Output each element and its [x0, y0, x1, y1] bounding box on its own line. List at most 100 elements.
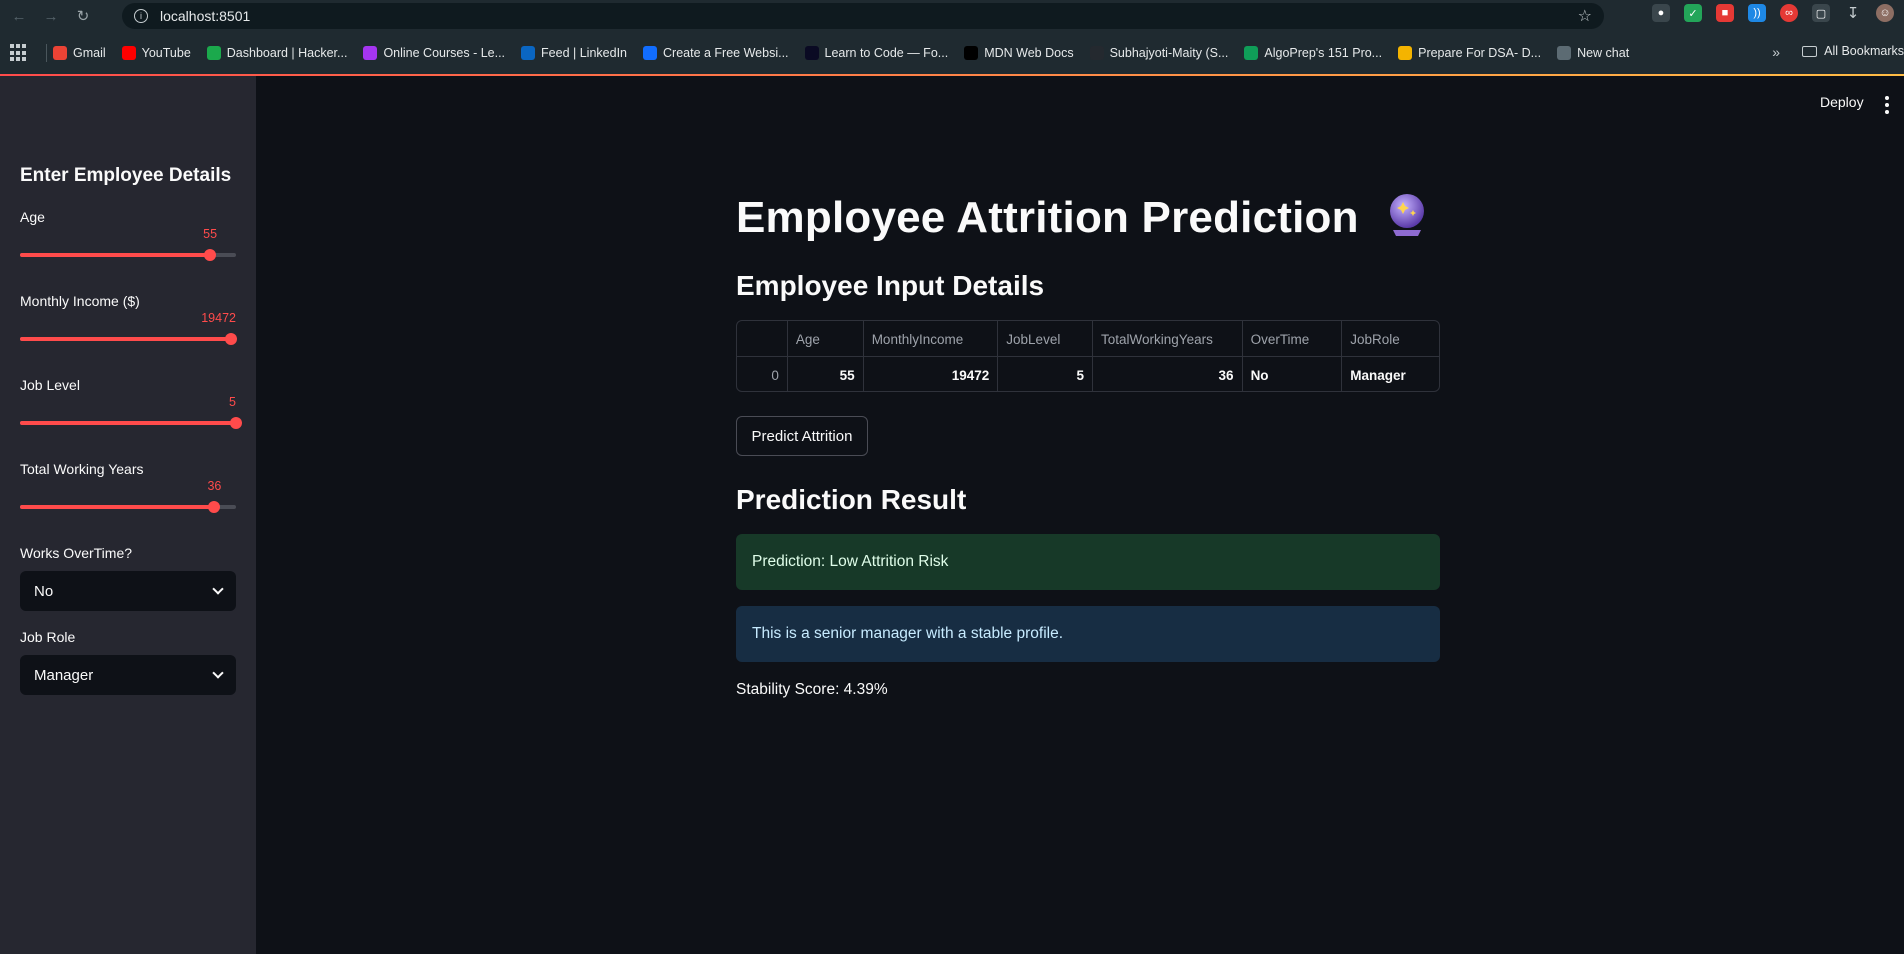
- forward-icon[interactable]: →: [38, 3, 64, 29]
- bookmark-divider: [46, 44, 47, 62]
- mouse-extension-icon[interactable]: ●: [1652, 4, 1670, 22]
- table-cell-job-level[interactable]: 5: [998, 357, 1094, 391]
- shield-extension-icon[interactable]: ✓: [1684, 4, 1702, 22]
- bookmark-label: Feed | LinkedIn: [541, 46, 627, 60]
- deploy-button[interactable]: Deploy: [1820, 94, 1864, 110]
- more-bookmarks-icon[interactable]: »: [1772, 44, 1780, 60]
- stability-score: Stability Score: 4.39%: [736, 681, 888, 698]
- bookmark-item[interactable]: YouTube: [121, 46, 191, 60]
- overtime-label: Works OverTime?: [20, 545, 133, 561]
- table-header-cell[interactable]: [737, 321, 788, 357]
- bookmark-item[interactable]: Create a Free Websi...: [643, 46, 789, 60]
- table-cell-monthly-income[interactable]: 19472: [864, 357, 999, 391]
- bookmark-item[interactable]: Online Courses - Le...: [363, 46, 505, 60]
- all-bookmarks-label: All Bookmarks: [1824, 44, 1904, 58]
- linkedin-icon: [521, 46, 536, 60]
- slider-thumb[interactable]: [230, 417, 242, 429]
- profile-avatar[interactable]: ☺: [1876, 4, 1894, 22]
- site-info-icon[interactable]: i: [134, 9, 148, 23]
- bookmark-label: YouTube: [141, 46, 191, 60]
- table-header-cell[interactable]: JobLevel: [998, 321, 1094, 357]
- table-header-cell[interactable]: MonthlyIncome: [864, 321, 999, 357]
- bookmark-label: New chat: [1577, 46, 1630, 60]
- chevron-down-icon: [212, 667, 224, 679]
- folder-icon: [1802, 45, 1818, 57]
- slider-fill: [20, 337, 231, 341]
- job-role-select[interactable]: Manager: [20, 655, 236, 695]
- page-title-text: Employee Attrition Prediction: [736, 193, 1359, 243]
- input-details-heading: Employee Input Details: [736, 270, 1045, 301]
- total-working-years-slider[interactable]: 36: [20, 479, 236, 513]
- puzzle-extensions-icon[interactable]: ▢: [1812, 4, 1830, 22]
- info-alert-text: This is a senior manager with a stable p…: [752, 625, 1064, 642]
- bookmark-item[interactable]: Feed | LinkedIn: [521, 46, 627, 60]
- table-header-cell[interactable]: Age: [788, 321, 864, 357]
- loop-extension-icon[interactable]: ∞: [1780, 4, 1798, 22]
- app-top-accent-bar: [0, 74, 1904, 76]
- job-level-label: Job Level: [20, 377, 80, 393]
- bookmark-item[interactable]: Gmail: [53, 46, 106, 60]
- table-cell-overtime[interactable]: No: [1243, 357, 1343, 391]
- table-cell-job-role[interactable]: Manager: [1342, 357, 1439, 391]
- bookmark-label: Dashboard | Hacker...: [226, 46, 348, 60]
- page-title: Employee Attrition Prediction: [736, 192, 1429, 249]
- bookmarks-bar: Gmail YouTube Dashboard | Hacker... Online …: [0, 32, 1904, 74]
- chatgpt-icon: [1557, 46, 1572, 60]
- apps-grid-icon[interactable]: [10, 44, 28, 62]
- browser-toolbar: ← → ↻ i localhost:8501 ☆ ● ✓ ■ )) ∞ ▢ ↧ …: [0, 0, 1904, 32]
- table-header-cell[interactable]: JobRole: [1342, 321, 1439, 357]
- predict-attrition-button[interactable]: Predict Attrition: [736, 416, 868, 456]
- slider-thumb[interactable]: [224, 333, 237, 345]
- prediction-result-heading: Prediction Result: [736, 484, 967, 515]
- job-level-slider[interactable]: 5: [20, 395, 242, 429]
- main-menu-icon[interactable]: [1885, 96, 1889, 114]
- back-icon[interactable]: ←: [6, 3, 32, 29]
- info-alert: This is a senior manager with a stable p…: [736, 606, 1440, 662]
- hackerrank-icon: [206, 46, 221, 60]
- success-alert: Prediction: Low Attrition Risk: [736, 534, 1440, 590]
- bookmark-star-icon[interactable]: ☆: [1578, 6, 1592, 26]
- age-slider[interactable]: 55: [20, 227, 236, 261]
- slider-value: 55: [203, 227, 218, 241]
- all-bookmarks-button[interactable]: All Bookmarks: [1802, 44, 1904, 58]
- loading-icon: [1398, 46, 1413, 60]
- slider-value: 5: [229, 395, 236, 409]
- table-cell-total-working-years[interactable]: 36: [1093, 357, 1243, 391]
- slider-thumb[interactable]: [208, 501, 221, 513]
- download-icon[interactable]: ↧: [1844, 4, 1862, 22]
- bookmark-label: Online Courses - Le...: [383, 46, 506, 60]
- chevron-down-icon: [212, 583, 224, 595]
- bookmark-label: Learn to Code — Fo...: [824, 46, 949, 60]
- audio-extension-icon[interactable]: )): [1748, 4, 1766, 22]
- bookmark-list: Gmail YouTube Dashboard | Hacker... Online …: [53, 46, 1645, 60]
- github-icon: [1089, 46, 1104, 60]
- total-working-years-label: Total Working Years: [20, 461, 144, 477]
- table-header-cell[interactable]: TotalWorkingYears: [1093, 321, 1243, 357]
- monthly-income-slider[interactable]: 19472: [20, 311, 237, 345]
- address-bar[interactable]: i localhost:8501 ☆: [122, 3, 1604, 29]
- slider-thumb[interactable]: [204, 249, 217, 261]
- sidebar-title: Enter Employee Details: [20, 165, 232, 186]
- bookmark-item[interactable]: Learn to Code — Fo...: [804, 46, 949, 60]
- bookmark-item[interactable]: New chat: [1557, 46, 1629, 60]
- overtime-select[interactable]: No: [20, 571, 236, 611]
- gmail-icon: [53, 46, 67, 60]
- table-row: 0 55 19472 5 36 No Manager: [737, 357, 1439, 391]
- reload-icon[interactable]: ↻: [70, 3, 96, 29]
- url-text: localhost:8501: [160, 8, 251, 24]
- bookmark-item[interactable]: MDN Web Docs: [964, 46, 1074, 60]
- bookmark-item[interactable]: Subhajyoti-Maity (S...: [1089, 46, 1228, 60]
- bookmark-item[interactable]: Dashboard | Hacker...: [206, 46, 348, 60]
- bookmark-item[interactable]: Prepare For DSA- D...: [1398, 46, 1541, 60]
- bookmark-label: Gmail: [73, 46, 106, 60]
- bookmark-item[interactable]: AlgoPrep's 151 Pro...: [1244, 46, 1382, 60]
- bookmark-label: Prepare For DSA- D...: [1418, 46, 1542, 60]
- job-role-value: Manager: [34, 666, 94, 684]
- table-header-cell[interactable]: OverTime: [1243, 321, 1343, 357]
- table-cell-age[interactable]: 55: [788, 357, 864, 391]
- slider-value: 36: [207, 479, 222, 493]
- bookmark-label: AlgoPrep's 151 Pro...: [1264, 46, 1383, 60]
- bookmark-label: Create a Free Websi...: [663, 46, 789, 60]
- record-extension-icon[interactable]: ■: [1716, 4, 1734, 22]
- table-index-cell: 0: [737, 357, 788, 391]
